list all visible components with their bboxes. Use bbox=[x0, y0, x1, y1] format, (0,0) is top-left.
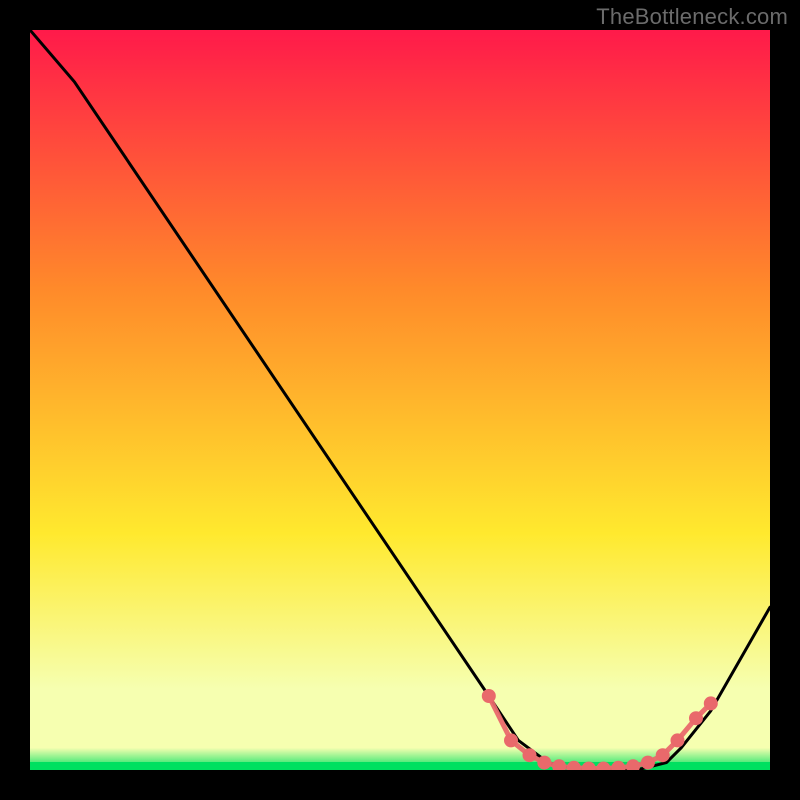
chart-stage: TheBottleneck.com bbox=[0, 0, 800, 800]
chart-plot bbox=[30, 30, 770, 770]
chart-svg bbox=[30, 30, 770, 770]
watermark-text: TheBottleneck.com bbox=[596, 4, 788, 30]
